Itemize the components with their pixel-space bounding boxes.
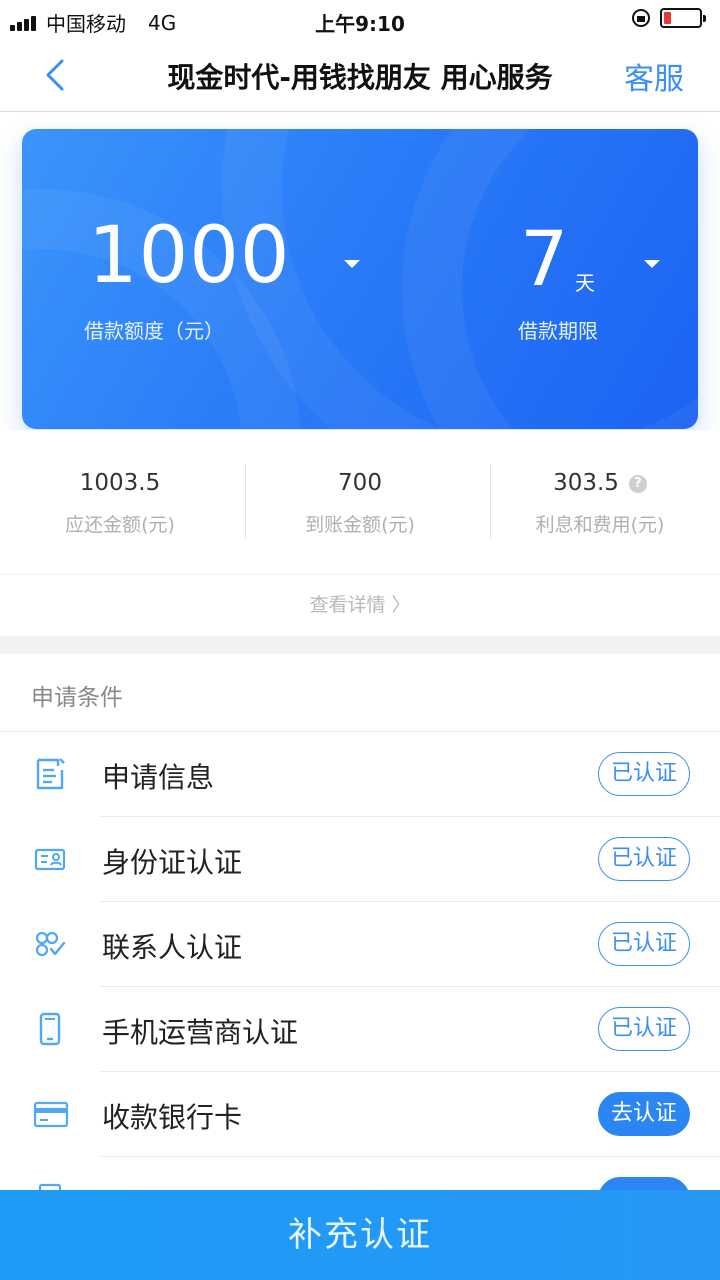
- condition-row-apply-info[interactable]: 申请信息 已认证: [0, 732, 720, 817]
- condition-label: 联系人认证: [102, 931, 243, 964]
- stat-value: 1003.5: [79, 470, 161, 496]
- status-button[interactable]: 去认证: [598, 1092, 690, 1136]
- stat-received: 700 到账金额(元): [240, 470, 480, 537]
- condition-row-bank-card[interactable]: 收款银行卡 去认证: [0, 1072, 720, 1157]
- nav-bar: 现金时代-用钱找朋友 用心服务 客服: [0, 38, 720, 112]
- status-button[interactable]: 已认证: [598, 752, 690, 796]
- form-icon: [36, 758, 65, 790]
- contacts-icon: [35, 931, 66, 957]
- id-card-icon: [34, 848, 66, 871]
- battery-icon: [660, 8, 706, 28]
- view-details-text: 查看详情 〉: [309, 594, 411, 616]
- condition-label: 身份证认证: [102, 846, 243, 879]
- bank-card-icon: [33, 1101, 69, 1128]
- status-button[interactable]: 已认证: [598, 837, 690, 881]
- repayment-summary: 1003.5 应还金额(元) 700 到账金额(元) 303.5? 利息和费用(…: [0, 430, 720, 574]
- conditions-section: 申请条件 申请信息 已认证 身份证认证 已认证 联系人认证 已认证 手机运营商认…: [0, 654, 720, 1280]
- loan-term: 7: [520, 214, 569, 303]
- stat-label: 应还金额(元): [65, 514, 175, 536]
- condition-label: 手机运营商认证: [102, 1016, 299, 1049]
- stat-value: 303.5: [553, 470, 619, 496]
- condition-label: 申请信息: [102, 761, 215, 794]
- loan-amount: 1000: [88, 211, 291, 301]
- help-icon[interactable]: ?: [628, 475, 647, 493]
- section-title: 申请条件: [31, 685, 123, 711]
- condition-label: 收款银行卡: [102, 1101, 243, 1134]
- stat-label: 到账金额(元): [305, 514, 415, 536]
- amount-dropdown-icon[interactable]: [344, 260, 360, 268]
- submit-verification-button[interactable]: 补充认证: [0, 1190, 720, 1280]
- condition-row-contacts[interactable]: 联系人认证 已认证: [0, 902, 720, 987]
- customer-service-button[interactable]: 客服: [624, 54, 684, 98]
- stat-label: 利息和费用(元): [535, 514, 665, 536]
- loan-term-label: 借款期限: [518, 319, 598, 343]
- status-button[interactable]: 已认证: [598, 1007, 690, 1051]
- condition-row-id-card[interactable]: 身份证认证 已认证: [0, 817, 720, 902]
- rotation-lock-icon: [632, 9, 650, 27]
- loan-amount-label: 借款额度（元）: [84, 319, 224, 343]
- hero-section: 1000 借款额度（元） 7 天 借款期限: [0, 112, 720, 430]
- view-details-link[interactable]: 查看详情 〉: [0, 575, 720, 636]
- term-dropdown-icon[interactable]: [644, 260, 660, 268]
- phone-icon: [39, 1012, 61, 1046]
- stat-repay: 1003.5 应还金额(元): [0, 470, 240, 537]
- status-button[interactable]: 已认证: [598, 922, 690, 966]
- status-bar: 中国移动 4G 上午9:10: [0, 0, 720, 38]
- loan-term-unit: 天: [575, 271, 595, 295]
- loan-card: 1000 借款额度（元） 7 天 借款期限: [22, 129, 698, 429]
- stat-value: 700: [338, 470, 382, 496]
- page-title: 现金时代-用钱找朋友 用心服务: [167, 61, 553, 94]
- clock: 上午9:10: [315, 12, 405, 36]
- stat-fees: 303.5? 利息和费用(元): [480, 470, 720, 537]
- condition-row-carrier[interactable]: 手机运营商认证 已认证: [0, 987, 720, 1072]
